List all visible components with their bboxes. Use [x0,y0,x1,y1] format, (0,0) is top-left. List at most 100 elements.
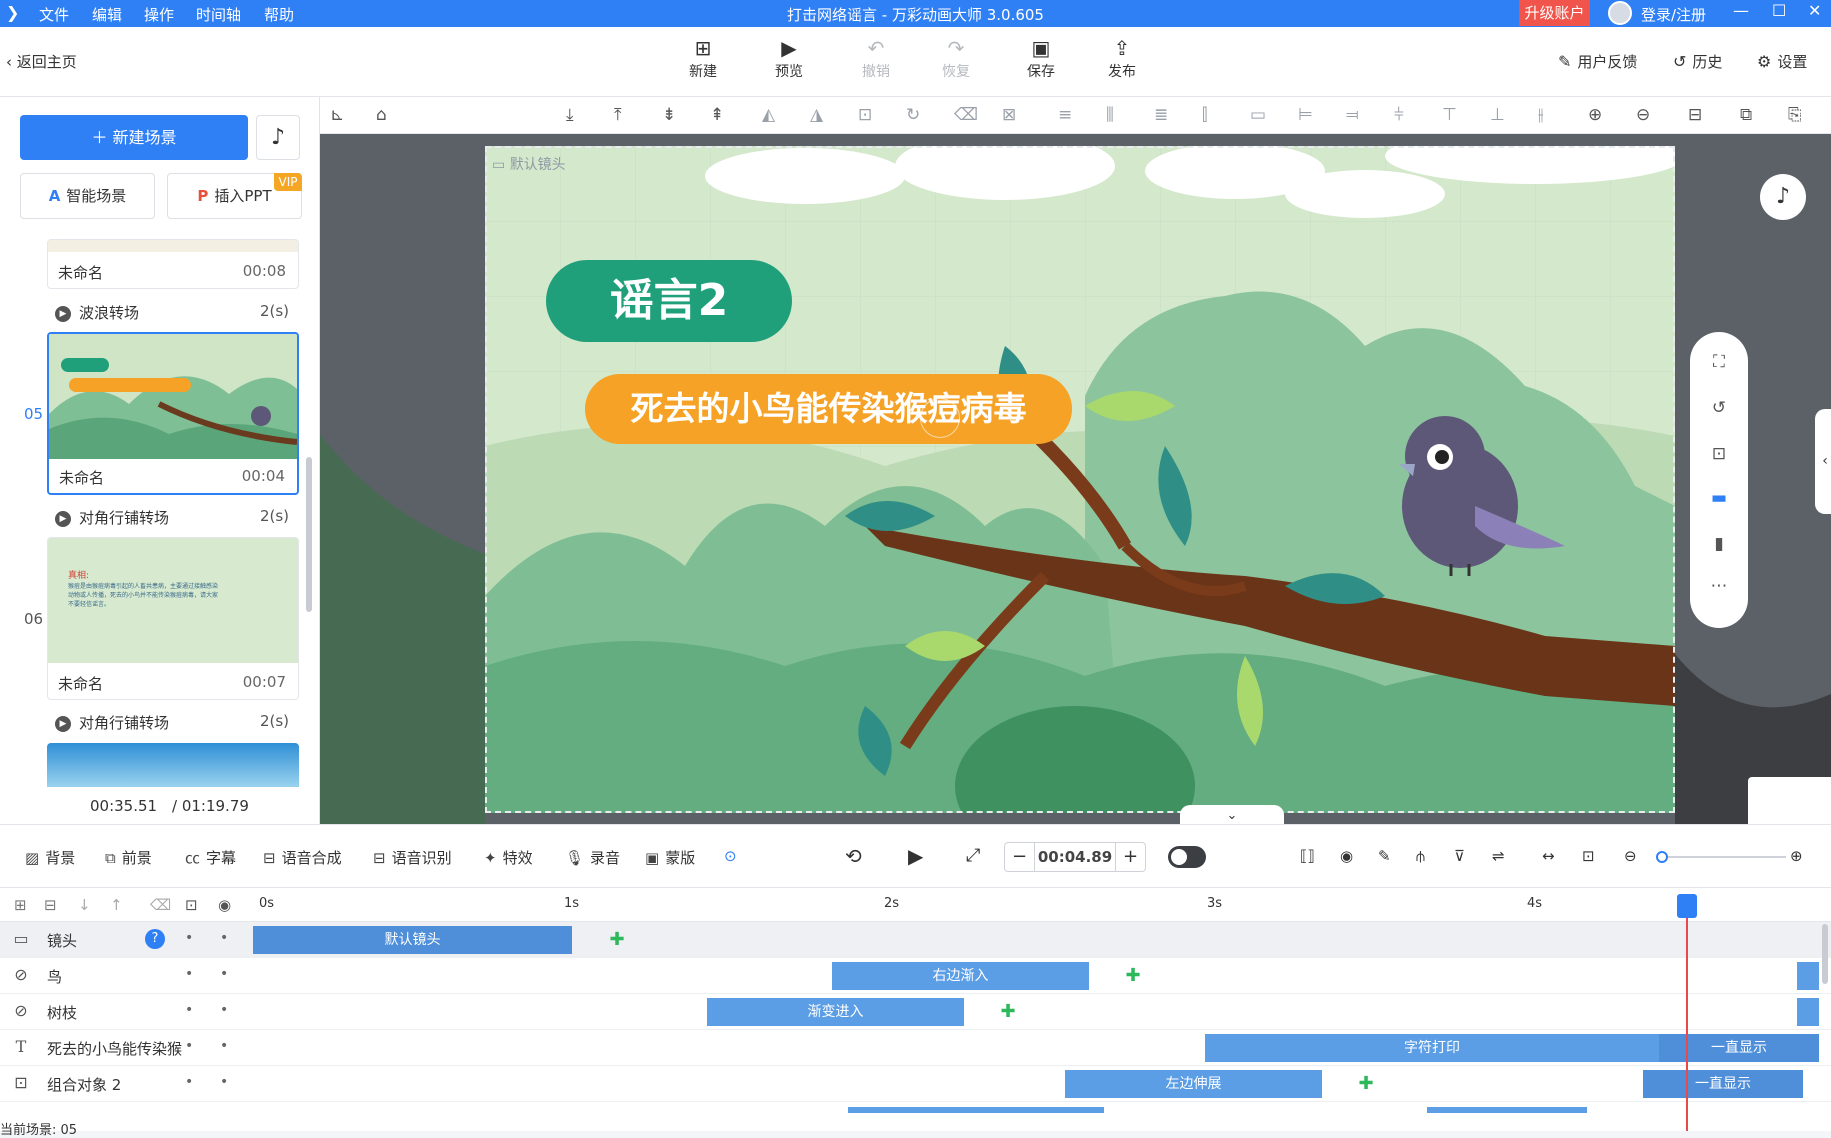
history-button[interactable]: ↺ 历史 [1673,51,1722,72]
clip-exit[interactable] [1797,998,1819,1026]
minimap[interactable] [1748,777,1831,824]
track-row-bird[interactable]: ⊘ 鸟 • • 右边渐入 ✚ [0,958,1831,994]
time-decrement-button[interactable]: − [1005,843,1035,871]
lock-dot[interactable]: • [220,1038,228,1054]
add-keyframe-icon[interactable]: ✚ [1356,1074,1376,1094]
close-icon[interactable]: ✕ [1808,1,1821,20]
track-row-branch[interactable]: ⊘ 树枝 • • 渐变进入 ✚ [0,994,1831,1030]
scene-card-07[interactable] [47,743,299,787]
align-top-icon[interactable]: ≡ [1058,105,1072,125]
upgrade-button[interactable]: 升级账户 [1519,0,1590,26]
collapse-bottom-tab[interactable]: ⌄ [1180,805,1284,824]
time-stepper[interactable]: − 00:04.89 + [1004,842,1146,872]
keyframe-icon[interactable]: ⟦⟧ [1300,847,1315,865]
add-keyframe-icon[interactable]: ✚ [607,930,627,950]
help-icon[interactable]: ? [145,929,165,949]
lock-dot[interactable]: • [220,930,228,946]
rotate-icon[interactable]: ↻ [906,105,920,125]
visibility-dot[interactable]: • [185,930,193,946]
playhead-handle[interactable] [1677,894,1697,918]
new-folder-icon[interactable]: ⊟ [44,896,57,914]
more-icon[interactable]: ⋯ [1690,576,1748,596]
stage[interactable] [485,146,1675,813]
foreground-button[interactable]: ⧉ 前景 [105,847,152,868]
clip-always-show[interactable]: 一直显示 [1643,1070,1803,1098]
menu-edit[interactable]: 编辑 [92,4,122,25]
scene-card-04[interactable]: 未命名 00:08 [47,239,299,289]
menu-operate[interactable]: 操作 [144,4,174,25]
settings-button[interactable]: ⚙ 设置 [1757,51,1807,72]
transition-item[interactable]: ▶ 对角行铺转场 2(s) [55,712,297,733]
scene-card-06[interactable]: 真相: 猴痘是由猴痘病毒引起的人畜共患病，主要通过接触感染动物或人传播，死去的小… [47,537,299,700]
feedback-button[interactable]: ✎ 用户反馈 [1558,51,1637,72]
flip-h-icon[interactable]: ◭ [762,105,775,125]
zoom-in-circle-icon[interactable]: ⊕ [1790,847,1803,865]
align-left-icon[interactable]: ⊨ [1298,105,1313,125]
visibility-dot[interactable]: • [185,1002,193,1018]
delete-icon[interactable]: ⌫ [954,105,978,125]
time-increment-button[interactable]: + [1115,843,1145,871]
avatar[interactable] [1608,1,1632,25]
new-button[interactable]: ⊞ 新建 [673,37,733,81]
clip-default-camera[interactable]: 默认镜头 [253,926,572,954]
rotate-lock-icon[interactable]: ↺ [1690,398,1748,418]
undo-button[interactable]: ↶ 撤销 [846,37,906,81]
track-row-text[interactable]: T 死去的小鸟能传染猴 • • 字符打印 一直显示 [0,1030,1831,1066]
clip-partial[interactable] [1427,1107,1587,1113]
effects-button[interactable]: ✦ 特效 [484,847,533,868]
zoom-slider-thumb[interactable] [1656,851,1668,863]
fit-screen-icon[interactable]: ⛶ [1690,352,1748,372]
ratio-icon[interactable]: ⊡ [1582,847,1595,865]
menu-file[interactable]: 文件 [39,4,69,25]
title-text-object[interactable]: 谣言2 [546,260,792,342]
landscape-icon[interactable]: ▬ [1690,488,1748,508]
record-button[interactable]: 🎙 录音 [565,847,620,868]
track-row-camera[interactable]: ▭ 镜头 ? • • 默认镜头 ✚ [0,922,1831,958]
mask-button[interactable]: ▣ 蒙版 [645,847,695,868]
align-vcenter-icon[interactable]: ⫼ [1106,105,1114,125]
add-keyframe-icon[interactable]: ✚ [998,1002,1018,1022]
lock-dot[interactable]: • [220,1002,228,1018]
more-tools-icon[interactable]: ⊙ [724,847,737,865]
redo-button[interactable]: ↷ 恢复 [926,37,986,81]
login-link[interactable]: 登录/注册 [1641,4,1706,25]
eye-icon[interactable]: ◉ [218,896,231,914]
add-keyframe-icon[interactable]: ✚ [1123,966,1143,986]
crop-icon[interactable]: ⊠ [1002,105,1016,125]
visibility-dot[interactable]: • [185,1038,193,1054]
fullscreen-icon[interactable]: ⤢ [966,845,980,866]
publish-button[interactable]: ⇪ 发布 [1092,37,1152,81]
camera-snap-icon[interactable]: ◉ [1340,847,1353,865]
rotate-handle[interactable] [920,398,960,438]
back-home-button[interactable]: ‹ 返回主页 [6,51,77,72]
move-down-icon[interactable]: ↓ [78,896,91,914]
scene-card-05[interactable]: 未命名 00:04 [47,332,299,495]
time-value[interactable]: 00:04.89 [1035,843,1115,871]
save-button[interactable]: ▣ 保存 [1011,37,1071,81]
music-float-button[interactable]: ♪ [1760,174,1806,220]
unlock-icon[interactable]: ⊟ [1688,105,1702,125]
visibility-dot[interactable]: • [185,1074,193,1090]
clip-animation[interactable]: 右边渐入 [832,962,1089,990]
move-top-icon[interactable]: ⤒ [614,105,622,125]
collapse-right-tab[interactable]: ‹ [1815,409,1831,514]
zoom-out-circle-icon[interactable]: ⊖ [1624,847,1637,865]
fit-width-icon[interactable]: ↔ [1542,847,1555,865]
move-up-icon[interactable]: ↑ [110,896,123,914]
distribute-v-icon[interactable]: ▭ [1250,105,1266,125]
tracks-scrollbar[interactable] [1822,924,1828,984]
menu-help[interactable]: 帮助 [264,4,294,25]
portrait-icon[interactable]: ▮ [1690,534,1748,554]
play-icon[interactable]: ▶ [908,844,923,868]
subtitle-button[interactable]: ㏄字幕 [185,847,236,868]
edit-icon[interactable]: ✎ [1378,847,1391,865]
lock-all-icon[interactable]: ⊡ [185,896,198,914]
split-icon[interactable]: ⫛ [1416,847,1425,865]
move-bottom-icon[interactable]: ⤓ [566,105,574,125]
music-button[interactable]: ♪ [256,115,300,160]
menu-timeline[interactable]: 时间轴 [196,4,241,25]
paste-icon[interactable]: ⎘ [1788,105,1802,125]
tts-button[interactable]: ⊟ 语音合成 [263,847,342,868]
visibility-dot[interactable]: • [185,966,193,982]
align-vbottom-icon[interactable]: ⊥ [1490,105,1505,125]
